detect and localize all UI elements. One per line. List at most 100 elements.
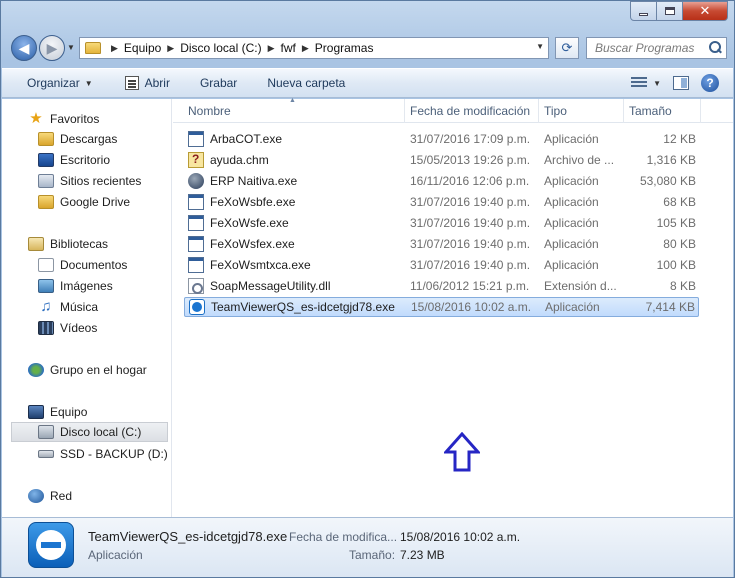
back-button[interactable]: ◀ [11, 35, 37, 61]
nav-favorites[interactable]: ★ Favoritos [28, 109, 99, 129]
file-type: Aplicación [544, 132, 599, 146]
forward-button[interactable]: ▶ [39, 35, 65, 61]
column-divider[interactable] [538, 99, 539, 123]
dll-icon [188, 278, 204, 294]
file-date: 31/07/2016 19:40 p.m. [410, 216, 531, 230]
nav-ssd-backup[interactable]: SSD - BACKUP (D:) [38, 444, 168, 464]
file-row[interactable]: ArbaCOT.exe 31/07/2016 17:09 p.m. Aplicaci… [184, 129, 699, 149]
erp-app-icon [188, 173, 204, 189]
nav-downloads[interactable]: Descargas [38, 129, 117, 149]
preview-pane-icon[interactable] [673, 76, 689, 90]
file-name: FeXoWsmtxca.exe [210, 258, 311, 272]
column-divider[interactable] [623, 99, 624, 123]
column-name[interactable]: Nombre [188, 104, 231, 120]
app-icon [188, 131, 204, 147]
chevron-right-icon[interactable]: ▶ [167, 43, 174, 54]
recent-pages-dropdown[interactable]: ▼ [67, 43, 75, 52]
column-size[interactable]: Tamaño [629, 104, 672, 120]
address-bar[interactable]: ▶ Equipo ▶ Disco local (C:) ▶ fwf ▶ Prog… [79, 37, 549, 59]
folder-icon [85, 42, 101, 54]
nav-documents[interactable]: Documentos [38, 255, 127, 275]
file-row[interactable]: SoapMessageUtility.dll 11/06/2012 15:21 p… [184, 276, 699, 296]
file-list: Nombre ▲ Fecha de modificación Tipo Tama… [173, 97, 733, 517]
chevron-down-icon[interactable]: ▼ [536, 42, 544, 51]
drive-icon [38, 450, 54, 458]
column-type[interactable]: Tipo [544, 104, 567, 120]
nav-computer[interactable]: Equipo [28, 402, 87, 422]
file-row[interactable]: FeXoWsbfe.exe 31/07/2016 19:40 p.m. Aplica… [184, 192, 699, 212]
file-size: 53,080 KB [639, 174, 696, 188]
nav-network[interactable]: Red [28, 486, 72, 506]
maximize-button[interactable] [657, 1, 683, 21]
breadcrumb-local-disk[interactable]: Disco local (C:) [180, 41, 261, 55]
file-type: Archivo de ... [544, 153, 615, 167]
column-modified[interactable]: Fecha de modificación [410, 104, 530, 120]
close-button[interactable]: ✕ [683, 1, 728, 21]
file-date: 31/07/2016 19:40 p.m. [410, 258, 531, 272]
nav-libraries[interactable]: Bibliotecas [28, 234, 108, 254]
search-input[interactable]: Buscar Programas [586, 37, 727, 59]
nav-homegroup[interactable]: Grupo en el hogar [28, 360, 147, 380]
nav-label: Imágenes [60, 279, 113, 293]
change-view-icon[interactable] [631, 77, 648, 89]
nav-label: Bibliotecas [50, 237, 109, 251]
refresh-button[interactable]: ⟳ [555, 37, 579, 59]
file-date: 11/06/2012 15:21 p.m. [410, 279, 530, 293]
burn-button[interactable]: Grabar [180, 69, 247, 97]
network-icon [28, 489, 44, 503]
nav-label: Favoritos [50, 112, 100, 126]
file-row[interactable]: ayuda.chm 15/05/2013 19:26 p.m. Archivo de… [184, 150, 699, 170]
detail-size-value: 7.23 MB [400, 548, 445, 562]
new-folder-button[interactable]: Nueva carpeta [247, 69, 355, 97]
detail-size-label: Tamaño: [349, 548, 396, 562]
nav-google-drive[interactable]: Google Drive [38, 192, 130, 212]
nav-label: Google Drive [60, 195, 131, 209]
breadcrumb-programas[interactable]: Programas [315, 41, 374, 55]
minimize-button[interactable] [630, 1, 657, 21]
file-row[interactable]: TeamViewerQS_es-idcetgjd78.exe 15/08/2016… [184, 297, 699, 317]
minimize-icon [639, 12, 648, 16]
file-name: ayuda.chm [210, 153, 269, 167]
detail-modified-value: 15/08/2016 10:02 a.m. [400, 530, 521, 544]
nav-local-disk[interactable]: Disco local (C:) [11, 422, 168, 442]
images-icon [38, 279, 54, 293]
nav-label: Música [60, 300, 99, 314]
nav-music[interactable]: ♫ Música [38, 297, 98, 317]
file-row[interactable]: FeXoWsfe.exe 31/07/2016 19:40 p.m. Aplicac… [184, 213, 699, 233]
chevron-right-icon[interactable]: ▶ [268, 43, 275, 54]
nav-images[interactable]: Imágenes [38, 276, 113, 296]
breadcrumb-fwf[interactable]: fwf [281, 41, 296, 55]
search-icon[interactable] [708, 41, 722, 55]
chevron-right-icon[interactable]: ▶ [111, 43, 118, 54]
chevron-right-icon[interactable]: ▶ [302, 43, 309, 54]
nav-videos[interactable]: Vídeos [38, 318, 97, 338]
desktop-icon [38, 153, 54, 167]
organize-button[interactable]: Organizar ▼ [2, 69, 103, 97]
file-type: Aplicación [544, 258, 599, 272]
nav-label: Descargas [60, 132, 118, 146]
file-name: FeXoWsbfe.exe [210, 195, 296, 209]
teamviewer-icon [189, 299, 205, 315]
file-date: 16/11/2016 12:06 p.m. [410, 174, 530, 188]
file-row[interactable]: FeXoWsmtxca.exe 31/07/2016 19:40 p.m. Apli… [184, 255, 699, 275]
file-type: Aplicación [544, 174, 599, 188]
breadcrumb-equipo[interactable]: Equipo [124, 41, 161, 55]
nav-desktop[interactable]: Escritorio [38, 150, 110, 170]
open-icon [124, 76, 139, 90]
navigation-pane: ★ Favoritos Descargas Escritorio Sitios … [2, 99, 172, 517]
burn-label: Grabar [199, 76, 238, 90]
file-row[interactable]: ERP Naitiva.exe 16/11/2016 12:06 p.m. Apli… [184, 171, 699, 191]
column-divider[interactable] [404, 99, 405, 123]
command-bar: Organizar ▼ Abrir Grabar Nueva carpeta ▼… [2, 68, 733, 98]
homegroup-icon [28, 363, 44, 377]
detail-file-name: TeamViewerQS_es-idcetgjd78.exe [88, 529, 288, 544]
nav-recent[interactable]: Sitios recientes [38, 171, 141, 191]
help-icon[interactable]: ? [701, 74, 719, 92]
file-name: SoapMessageUtility.dll [210, 279, 331, 293]
detail-file-type: Aplicación [88, 548, 143, 562]
column-divider[interactable] [700, 99, 701, 123]
open-button[interactable]: Abrir [103, 69, 180, 97]
file-type: Aplicación [545, 300, 600, 314]
chevron-down-icon[interactable]: ▼ [653, 79, 661, 88]
file-row[interactable]: FeXoWsfex.exe 31/07/2016 19:40 p.m. Aplica… [184, 234, 699, 254]
